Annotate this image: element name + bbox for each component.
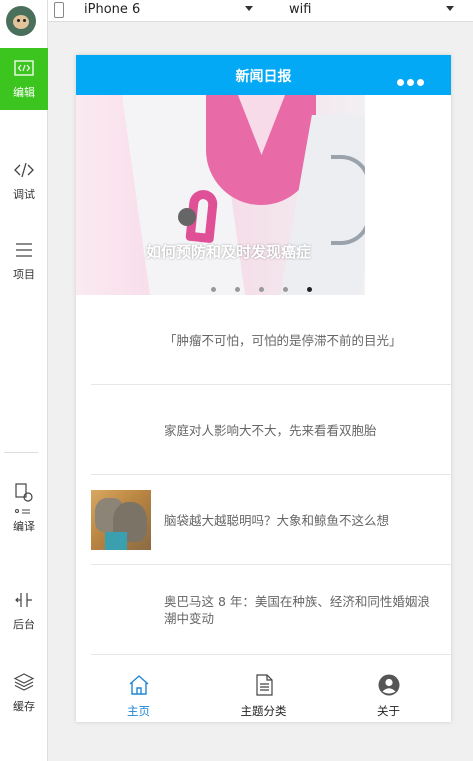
network-select[interactable]: wifi — [289, 2, 311, 17]
sidebar-item-label: 项目 — [13, 268, 35, 281]
banner-title: 如何预防和及时发现癌症 — [146, 243, 312, 261]
tab-label: 关于 — [377, 704, 400, 718]
tab-label: 主页 — [127, 704, 150, 718]
background-icon — [15, 593, 32, 607]
carousel-dot[interactable] — [235, 287, 240, 292]
sidebar: 编辑 调试 项目 编译 后台 缓存 — [0, 0, 48, 761]
menu-icon — [16, 243, 32, 257]
more-icon[interactable] — [397, 71, 427, 90]
layers-icon — [14, 673, 34, 691]
avatar[interactable] — [6, 6, 36, 36]
sidebar-divider — [4, 452, 38, 453]
tab-about[interactable]: 关于 — [326, 655, 451, 722]
document-icon — [255, 674, 273, 696]
phone-screen: 新闻日报 如何预防和及时发现癌症 「肿瘤不可怕，可怕的是停滞不前的目光」 家庭对… — [76, 55, 451, 722]
page-title: 新闻日报 — [235, 69, 292, 85]
list-item[interactable]: 「肿瘤不可怕，可怕的是停滞不前的目光」 — [91, 295, 451, 385]
debug-icon — [14, 162, 34, 178]
news-title: 「肿瘤不可怕，可怕的是停滞不前的目光」 — [164, 332, 402, 348]
news-title: 奥巴马这 8 年：美国在种族、经济和同性婚姻浪潮中变动 — [164, 594, 430, 626]
sidebar-item-project[interactable]: 项目 — [0, 230, 48, 292]
sidebar-item-label: 调试 — [13, 188, 35, 201]
home-icon — [129, 675, 148, 695]
sidebar-item-label: 缓存 — [13, 700, 35, 713]
tab-topics[interactable]: 主题分类 — [201, 655, 326, 722]
carousel-dot[interactable] — [211, 287, 216, 292]
phone-icon — [54, 2, 64, 18]
code-icon — [14, 60, 34, 76]
chevron-down-icon[interactable] — [446, 6, 454, 11]
sidebar-item-label: 后台 — [13, 618, 35, 631]
sidebar-item-label: 编译 — [13, 520, 35, 533]
navbar: 新闻日报 — [76, 55, 451, 95]
sidebar-item-compile[interactable]: 编译 — [0, 472, 48, 548]
simulator-toolbar: iPhone 6 wifi — [48, 0, 473, 22]
device-select[interactable]: iPhone 6 — [84, 2, 140, 17]
sidebar-item-label: 编辑 — [13, 86, 35, 99]
news-list: 「肿瘤不可怕，可怕的是停滞不前的目光」 家庭对人影响大不大，先来看看双胞胎 脑袋… — [91, 295, 451, 655]
sidebar-item-cache[interactable]: 缓存 — [0, 662, 48, 724]
sidebar-item-background[interactable]: 后台 — [0, 580, 48, 642]
tab-home[interactable]: 主页 — [76, 655, 201, 722]
chevron-down-icon[interactable] — [245, 6, 253, 11]
list-item[interactable]: 奥巴马这 8 年：美国在种族、经济和同性婚姻浪潮中变动 — [91, 565, 451, 655]
compile-icon — [15, 483, 33, 514]
carousel-dot[interactable] — [259, 287, 264, 292]
sidebar-item-edit[interactable]: 编辑 — [0, 48, 48, 110]
news-title: 家庭对人影响大不大，先来看看双胞胎 — [164, 422, 377, 438]
news-title: 脑袋越大越聪明吗？大象和鲸鱼不这么想 — [164, 512, 390, 528]
list-item[interactable]: 脑袋越大越聪明吗？大象和鲸鱼不这么想 — [91, 475, 451, 565]
carousel-indicators — [211, 277, 331, 295]
list-item[interactable]: 家庭对人影响大不大，先来看看双胞胎 — [91, 385, 451, 475]
tab-label: 主题分类 — [240, 704, 287, 718]
sidebar-item-debug[interactable]: 调试 — [0, 150, 48, 212]
carousel-dot-active[interactable] — [307, 287, 312, 292]
news-thumbnail — [91, 490, 151, 550]
tab-bar: 主页 主题分类 关于 — [76, 655, 451, 722]
carousel-dot[interactable] — [283, 287, 288, 292]
banner-carousel[interactable]: 如何预防和及时发现癌症 — [76, 95, 365, 295]
user-icon — [378, 674, 399, 696]
